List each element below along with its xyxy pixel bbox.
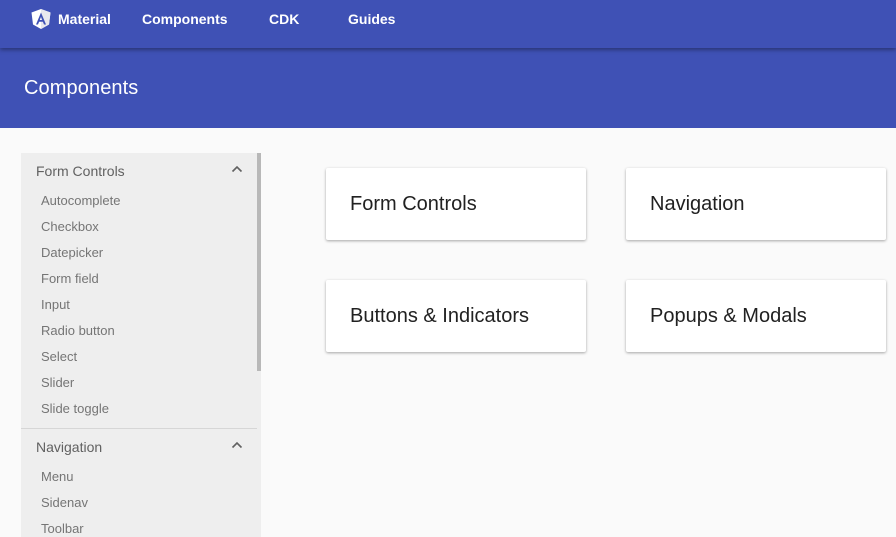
category-card-title: Form Controls (350, 193, 477, 215)
sidebar-section-label: Navigation (36, 439, 103, 455)
nav-link-components[interactable]: Components (142, 0, 228, 40)
category-card-title: Navigation (650, 193, 745, 215)
sidebar-section-navigation[interactable]: Navigation (21, 429, 257, 463)
category-card-navigation[interactable]: Navigation (626, 168, 886, 240)
sidebar-item-form-field[interactable]: Form field (41, 267, 241, 291)
nav-link-cdk[interactable]: CDK (269, 0, 299, 40)
top-nav-bar: Material Components CDK Guides (0, 0, 896, 48)
sidebar-item-toolbar[interactable]: Toolbar (41, 517, 241, 537)
page-header: Components (0, 48, 896, 128)
sidebar-item-autocomplete[interactable]: Autocomplete (41, 189, 241, 213)
sidebar-item-menu[interactable]: Menu (41, 465, 241, 489)
sidebar-item-datepicker[interactable]: Datepicker (41, 241, 241, 265)
chevron-up-icon (231, 441, 243, 449)
chevron-up-icon (231, 165, 243, 173)
category-card-title: Popups & Modals (650, 305, 807, 327)
category-card-form-controls[interactable]: Form Controls (326, 168, 586, 240)
category-card-buttons-indicators[interactable]: Buttons & Indicators (326, 280, 586, 352)
sidebar-item-slider[interactable]: Slider (41, 371, 241, 395)
category-card-title: Buttons & Indicators (350, 305, 529, 327)
sidebar-item-sidenav[interactable]: Sidenav (41, 491, 241, 515)
sidebar-section-label: Form Controls (36, 163, 125, 179)
sidebar-section-form-controls[interactable]: Form Controls (21, 153, 257, 187)
brand-label: Material (58, 11, 111, 27)
angular-logo-icon (31, 9, 51, 29)
sidebar-item-select[interactable]: Select (41, 345, 241, 369)
category-card-popups-modals[interactable]: Popups & Modals (626, 280, 886, 352)
sidebar-item-input[interactable]: Input (41, 293, 241, 317)
sidebar-scrollbar-thumb[interactable] (257, 153, 261, 371)
sidebar: Form Controls Autocomplete Checkbox Date… (21, 153, 261, 537)
nav-link-guides[interactable]: Guides (348, 0, 395, 40)
sidebar-item-checkbox[interactable]: Checkbox (41, 215, 241, 239)
sidebar-item-slide-toggle[interactable]: Slide toggle (41, 397, 241, 421)
page-title: Components (24, 77, 139, 99)
sidebar-item-radio-button[interactable]: Radio button (41, 319, 241, 343)
